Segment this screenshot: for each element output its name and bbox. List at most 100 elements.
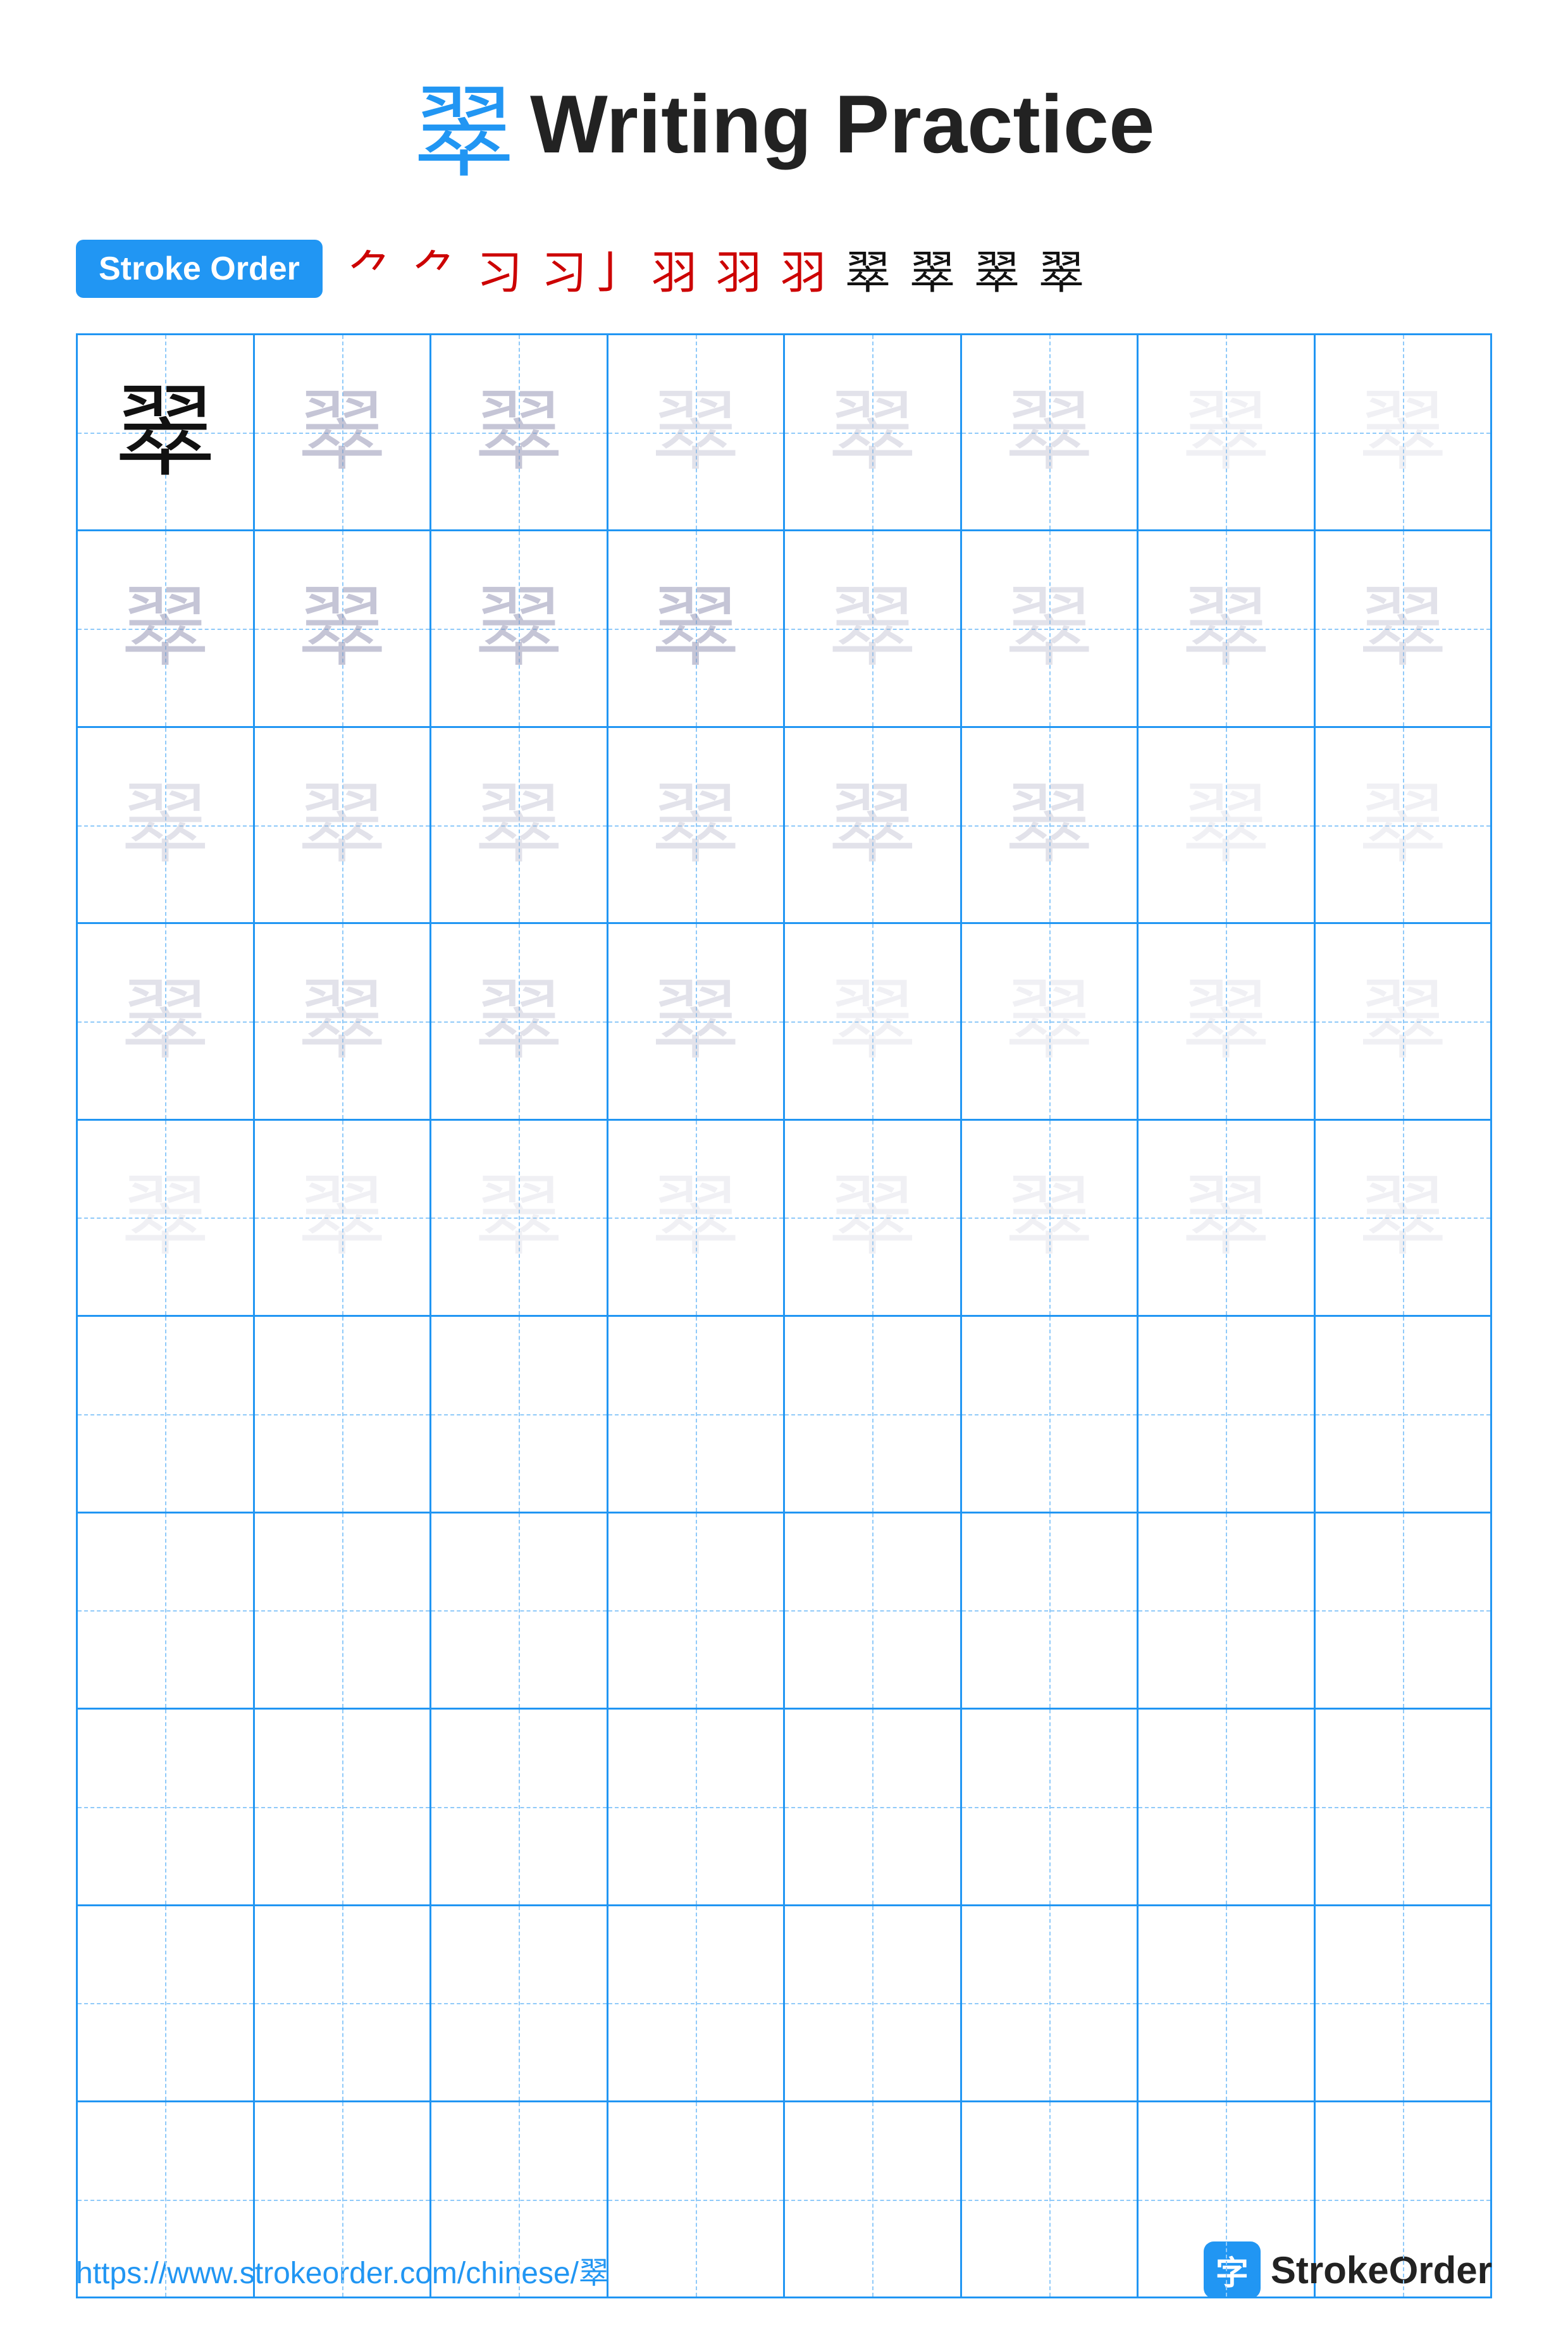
grid-cell-2-8[interactable]: 翠 xyxy=(1316,531,1491,725)
grid-cell-2-2[interactable]: 翠 xyxy=(255,531,432,725)
grid-cell-3-2[interactable]: 翠 xyxy=(255,728,432,922)
grid-cell-7-6[interactable] xyxy=(962,1514,1139,1708)
grid-cell-4-4[interactable]: 翠 xyxy=(608,924,786,1118)
grid-cell-6-5[interactable] xyxy=(785,1317,962,1511)
grid-cell-4-1[interactable]: 翠 xyxy=(78,924,255,1118)
grid-cell-9-1[interactable] xyxy=(78,1906,255,2100)
grid-row-4: 翠 翠 翠 翠 翠 翠 翠 翠 xyxy=(78,924,1490,1120)
grid-cell-8-7[interactable] xyxy=(1139,1710,1316,1904)
grid-cell-3-4[interactable]: 翠 xyxy=(608,728,786,922)
grid-cell-1-4[interactable]: 翠 xyxy=(608,335,786,529)
grid-cell-7-8[interactable] xyxy=(1316,1514,1491,1708)
grid-row-5: 翠 翠 翠 翠 翠 翠 翠 翠 xyxy=(78,1121,1490,1317)
grid-cell-7-3[interactable] xyxy=(431,1514,608,1708)
grid-cell-7-5[interactable] xyxy=(785,1514,962,1708)
grid-cell-6-3[interactable] xyxy=(431,1317,608,1511)
char-light: 翠 xyxy=(298,781,386,870)
grid-cell-9-7[interactable] xyxy=(1139,1906,1316,2100)
title-section: 翠 Writing Practice xyxy=(76,51,1492,197)
grid-cell-3-5[interactable]: 翠 xyxy=(785,728,962,922)
grid-cell-9-6[interactable] xyxy=(962,1906,1139,2100)
stroke-step-7: 羽 xyxy=(781,235,826,302)
grid-cell-2-1[interactable]: 翠 xyxy=(78,531,255,725)
grid-cell-8-8[interactable] xyxy=(1316,1710,1491,1904)
grid-cell-6-1[interactable] xyxy=(78,1317,255,1511)
grid-cell-8-3[interactable] xyxy=(431,1710,608,1904)
grid-cell-6-7[interactable] xyxy=(1139,1317,1316,1511)
grid-cell-9-3[interactable] xyxy=(431,1906,608,2100)
grid-cell-7-4[interactable] xyxy=(608,1514,786,1708)
stroke-step-5: 羽 xyxy=(651,235,697,302)
char-light: 翠 xyxy=(121,781,209,870)
grid-cell-2-7[interactable]: 翠 xyxy=(1139,531,1316,725)
grid-cell-3-1[interactable]: 翠 xyxy=(78,728,255,922)
grid-cell-8-4[interactable] xyxy=(608,1710,786,1904)
grid-cell-3-7[interactable]: 翠 xyxy=(1139,728,1316,922)
grid-cell-5-2[interactable]: 翠 xyxy=(255,1121,432,1315)
stroke-step-10: 翠 xyxy=(974,235,1020,302)
grid-cell-1-3[interactable]: 翠 xyxy=(431,335,608,529)
grid-cell-1-8[interactable]: 翠 xyxy=(1316,335,1491,529)
grid-cell-4-5[interactable]: 翠 xyxy=(785,924,962,1118)
grid-cell-2-4[interactable]: 翠 xyxy=(608,531,786,725)
grid-cell-5-6[interactable]: 翠 xyxy=(962,1121,1139,1315)
grid-cell-4-2[interactable]: 翠 xyxy=(255,924,432,1118)
grid-cell-4-8[interactable]: 翠 xyxy=(1316,924,1491,1118)
footer-brand: 字 StrokeOrder xyxy=(1204,2241,1492,2298)
grid-cell-4-6[interactable]: 翠 xyxy=(962,924,1139,1118)
grid-cell-6-6[interactable] xyxy=(962,1317,1139,1511)
grid-cell-9-8[interactable] xyxy=(1316,1906,1491,2100)
stroke-step-4: 习亅 xyxy=(541,235,633,302)
grid-cell-1-5[interactable]: 翠 xyxy=(785,335,962,529)
grid-row-9 xyxy=(78,1906,1490,2102)
grid-cell-9-4[interactable] xyxy=(608,1906,786,2100)
stroke-step-2: ⺈ xyxy=(412,235,458,302)
grid-row-8 xyxy=(78,1710,1490,1906)
grid-cell-5-4[interactable]: 翠 xyxy=(608,1121,786,1315)
grid-row-3: 翠 翠 翠 翠 翠 翠 翠 翠 xyxy=(78,728,1490,924)
grid-cell-8-1[interactable] xyxy=(78,1710,255,1904)
char-light: 翠 xyxy=(298,388,386,477)
grid-cell-6-4[interactable] xyxy=(608,1317,786,1511)
grid-cell-2-3[interactable]: 翠 xyxy=(431,531,608,725)
grid-cell-5-3[interactable]: 翠 xyxy=(431,1121,608,1315)
grid-cell-4-3[interactable]: 翠 xyxy=(431,924,608,1118)
char-dark: 翠 xyxy=(114,382,216,483)
grid-cell-5-7[interactable]: 翠 xyxy=(1139,1121,1316,1315)
grid-cell-3-3[interactable]: 翠 xyxy=(431,728,608,922)
grid-cell-7-1[interactable] xyxy=(78,1514,255,1708)
grid-cell-1-1[interactable]: 翠 xyxy=(78,335,255,529)
grid-cell-6-2[interactable] xyxy=(255,1317,432,1511)
char-light: 翠 xyxy=(298,977,386,1066)
grid-cell-3-8[interactable]: 翠 xyxy=(1316,728,1491,922)
char-light: 翠 xyxy=(828,584,917,673)
char-light: 翠 xyxy=(298,584,386,673)
stroke-step-1: ⺈ xyxy=(348,235,393,302)
grid-cell-7-7[interactable] xyxy=(1139,1514,1316,1708)
char-light: 翠 xyxy=(828,781,917,870)
grid-cell-2-6[interactable]: 翠 xyxy=(962,531,1139,725)
char-light: 翠 xyxy=(1359,584,1447,673)
page-title: Writing Practice xyxy=(530,78,1154,170)
char-light: 翠 xyxy=(1005,1173,1094,1262)
grid-cell-8-6[interactable] xyxy=(962,1710,1139,1904)
grid-cell-3-6[interactable]: 翠 xyxy=(962,728,1139,922)
grid-cell-5-1[interactable]: 翠 xyxy=(78,1121,255,1315)
grid-cell-5-8[interactable]: 翠 xyxy=(1316,1121,1491,1315)
grid-cell-2-5[interactable]: 翠 xyxy=(785,531,962,725)
grid-cell-6-8[interactable] xyxy=(1316,1317,1491,1511)
stroke-step-11: 翠 xyxy=(1039,235,1084,302)
grid-cell-7-2[interactable] xyxy=(255,1514,432,1708)
grid-cell-1-6[interactable]: 翠 xyxy=(962,335,1139,529)
grid-cell-8-2[interactable] xyxy=(255,1710,432,1904)
grid-cell-1-7[interactable]: 翠 xyxy=(1139,335,1316,529)
grid-cell-9-5[interactable] xyxy=(785,1906,962,2100)
grid-cell-1-2[interactable]: 翠 xyxy=(255,335,432,529)
grid-row-7 xyxy=(78,1514,1490,1710)
char-light: 翠 xyxy=(121,977,209,1066)
grid-cell-4-7[interactable]: 翠 xyxy=(1139,924,1316,1118)
grid-cell-9-2[interactable] xyxy=(255,1906,432,2100)
grid-cell-5-5[interactable]: 翠 xyxy=(785,1121,962,1315)
grid-cell-8-5[interactable] xyxy=(785,1710,962,1904)
brand-name: StrokeOrder xyxy=(1271,2248,1492,2292)
